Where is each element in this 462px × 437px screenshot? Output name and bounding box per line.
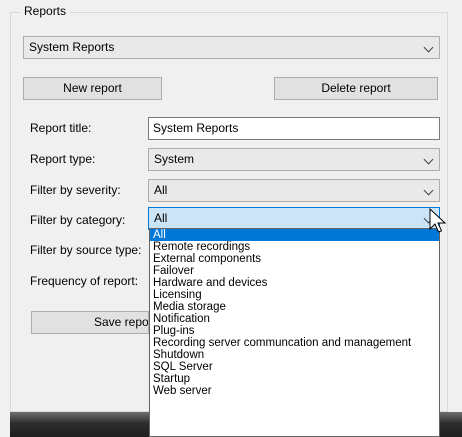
- reports-group-title: Reports: [20, 3, 71, 19]
- report-type-select[interactable]: System: [148, 148, 440, 171]
- delete-report-button[interactable]: Delete report: [274, 77, 438, 100]
- mouse-cursor-icon: [429, 208, 447, 233]
- severity-select[interactable]: All: [148, 179, 440, 202]
- category-option[interactable]: All: [150, 229, 439, 241]
- category-option[interactable]: Plug-ins: [150, 325, 439, 337]
- category-option[interactable]: Recording server communcation and manage…: [150, 337, 439, 349]
- category-option[interactable]: SQL Server: [150, 361, 439, 373]
- category-option[interactable]: External components: [150, 253, 439, 265]
- window-bottom-edge: [440, 412, 462, 437]
- category-dropdown-list[interactable]: All Remote recordings External components F…: [149, 228, 440, 437]
- category-option[interactable]: Hardware and devices: [150, 277, 439, 289]
- chevron-down-icon: [423, 42, 434, 53]
- category-option[interactable]: Notification: [150, 313, 439, 325]
- new-report-button[interactable]: New report: [23, 77, 162, 100]
- report-type-value: System: [154, 152, 195, 166]
- category-select[interactable]: All: [148, 207, 440, 230]
- chevron-down-icon: [423, 185, 434, 196]
- report-type-label: Report type:: [30, 152, 96, 166]
- severity-value: All: [154, 183, 168, 197]
- category-option[interactable]: Media storage: [150, 301, 439, 313]
- report-select[interactable]: System Reports: [23, 36, 440, 59]
- category-option[interactable]: Failover: [150, 265, 439, 277]
- save-report-label: Save report: [94, 315, 149, 329]
- category-option[interactable]: Licensing: [150, 289, 439, 301]
- window-bottom-edge: [10, 412, 149, 437]
- severity-label: Filter by severity:: [30, 183, 121, 197]
- report-title-input[interactable]: System Reports: [148, 117, 440, 140]
- source-type-label: Filter by source type:: [30, 243, 142, 257]
- frequency-label: Frequency of report:: [30, 274, 139, 288]
- category-option[interactable]: Startup: [150, 373, 439, 385]
- chevron-down-icon: [423, 154, 434, 165]
- category-label: Filter by category:: [30, 213, 126, 227]
- report-title-label: Report title:: [30, 121, 92, 135]
- category-option[interactable]: Web server: [150, 385, 439, 397]
- save-report-button[interactable]: Save report: [31, 311, 149, 334]
- report-select-value: System Reports: [29, 40, 115, 54]
- category-option[interactable]: Remote recordings: [150, 241, 439, 253]
- category-value: All: [154, 211, 168, 225]
- category-option[interactable]: Shutdown: [150, 349, 439, 361]
